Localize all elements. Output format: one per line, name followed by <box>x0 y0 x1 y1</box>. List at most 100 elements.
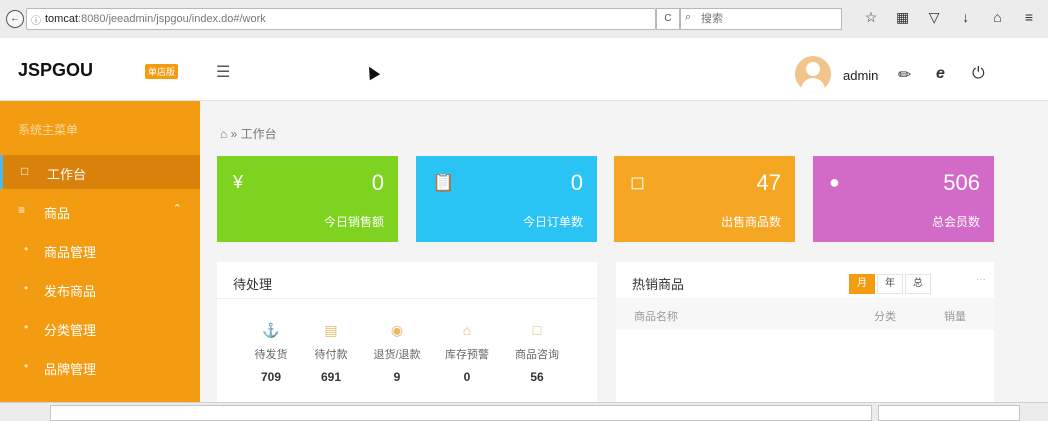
pending-label: 待付款 <box>314 349 348 361</box>
stat-label: 今日订单数 <box>522 215 583 229</box>
divider <box>217 298 597 299</box>
hot-goods-panel: 热销商品 月 年 总 ··· 商品名称 分类 销量 <box>616 262 994 420</box>
user-settings-icon[interactable]: ✏ <box>898 65 911 85</box>
yen-icon: ¥ <box>233 172 244 192</box>
stat-card-total-members[interactable]: ● 506 总会员数 <box>813 156 994 242</box>
stat-value: 506 <box>943 170 980 195</box>
chat-icon: □ <box>532 322 542 338</box>
tab-year[interactable]: 年 <box>877 274 903 294</box>
browser-search-input[interactable] <box>699 11 833 27</box>
browser-toolbar: ← ⓘ tomcat:8080/jeeadmin/jspgou/index.do… <box>0 0 1048 39</box>
pending-item-to-pay[interactable]: ▤ 待付款 691 <box>301 322 361 384</box>
pending-label: 退货/退款 <box>373 349 421 361</box>
sidebar: 系统主菜单 □ 工作台 ≡ 商品 ⌃ • 商品管理 • 发布商品 • 分类管理 … <box>0 101 200 420</box>
pending-item-to-ship[interactable]: ⚓ 待发货 709 <box>241 322 301 384</box>
stat-label: 总会员数 <box>931 215 980 229</box>
pending-value: 691 <box>320 370 342 384</box>
pending-title: 待处理 <box>233 277 273 292</box>
sidebar-toggle-icon[interactable]: ☰ <box>216 62 230 82</box>
period-tabs: 月 年 总 <box>849 274 933 294</box>
bottom-browser-bar <box>0 402 1048 421</box>
sidebar-item-label: 商品 <box>44 206 71 221</box>
sidebar-item-workbench[interactable]: □ 工作台 <box>0 155 200 189</box>
star-icon[interactable]: ☆ <box>860 9 882 29</box>
truck-icon: ⚓ <box>262 322 280 338</box>
browser-ie-icon[interactable]: e <box>936 65 945 83</box>
bullet-icon: • <box>24 320 29 334</box>
breadcrumb-separator: » <box>230 127 238 141</box>
sidebar-item-label: 工作台 <box>47 167 87 182</box>
monitor-icon: □ <box>21 164 29 178</box>
bullet-icon: • <box>24 359 29 373</box>
username[interactable]: admin <box>843 68 878 83</box>
pending-item-inquiries[interactable]: □ 商品咨询 56 <box>507 322 567 384</box>
pending-label: 库存预警 <box>445 349 489 361</box>
browser-search[interactable]: ⌕ <box>680 8 842 30</box>
stat-card-today-orders[interactable]: 📋 0 今日订单数 <box>416 156 597 242</box>
home-icon[interactable]: ⌂ <box>220 127 227 141</box>
user-icon: ● <box>829 172 840 192</box>
stat-value: 47 <box>756 170 781 195</box>
stat-card-goods-on-sale[interactable]: ◻ 47 出售商品数 <box>614 156 795 242</box>
sidebar-subitem-publish-goods[interactable]: • 发布商品 <box>0 272 200 306</box>
stat-label: 今日销售额 <box>323 215 384 229</box>
sidebar-subitem-label: 发布商品 <box>44 284 97 299</box>
app-header: JSPGOU 单店版 ☰ admin ✏ e ⏻ <box>0 38 1048 101</box>
bullet-icon: • <box>24 281 29 295</box>
search-icon: ⌕ <box>685 11 692 23</box>
column-header-category: 分类 <box>874 311 896 323</box>
pending-value: 709 <box>260 370 282 384</box>
sidebar-subitem-category-manage[interactable]: • 分类管理 <box>0 311 200 345</box>
sidebar-subitem-goods-manage[interactable]: • 商品管理 <box>0 233 200 267</box>
pending-value: 56 <box>530 370 544 384</box>
edition-badge: 单店版 <box>145 64 179 79</box>
stat-label: 出售商品数 <box>720 215 781 229</box>
breadcrumb: ⌂ » 工作台 <box>220 125 277 142</box>
more-icon[interactable]: ··· <box>976 274 986 285</box>
pocket-icon[interactable]: ▽ <box>923 9 945 29</box>
clipboard-icon: 📋 <box>432 172 455 192</box>
wallet-icon: ▤ <box>324 322 338 338</box>
info-icon[interactable]: ⓘ <box>31 12 41 27</box>
pending-panel: 待处理 ⚓ 待发货 709 ▤ 待付款 691 ◉ 退货/退款 9 ⌂ 库存预警… <box>217 262 597 420</box>
app-logo[interactable]: JSPGOU <box>18 60 93 81</box>
breadcrumb-current: 工作台 <box>240 127 277 141</box>
pending-item-stock-alert[interactable]: ⌂ 库存预警 0 <box>437 322 497 384</box>
column-header-name: 商品名称 <box>634 311 678 323</box>
sidebar-subitem-label: 分类管理 <box>44 323 97 338</box>
tab-total[interactable]: 总 <box>905 274 931 294</box>
power-icon[interactable]: ⏻ <box>972 65 985 83</box>
sidebar-subitem-label: 品牌管理 <box>44 362 97 377</box>
warehouse-icon: ⌂ <box>462 322 472 338</box>
avatar-head <box>806 62 820 76</box>
menu-icon[interactable]: ≡ <box>1018 9 1040 29</box>
main-content: ⌂ » 工作台 ¥ 0 今日销售额 📋 0 今日订单数 ◻ 47 出售商品数 ●… <box>200 101 1048 420</box>
mouse-cursor-icon <box>363 63 381 81</box>
home-icon[interactable]: ⌂ <box>986 9 1008 29</box>
avatar[interactable] <box>795 56 831 92</box>
pending-value: 0 <box>463 370 471 384</box>
bookmark-list-icon[interactable]: ▦ <box>892 9 914 29</box>
bottom-url-field[interactable] <box>50 405 872 421</box>
sidebar-subitem-label: 商品管理 <box>44 245 97 260</box>
list-icon: ≡ <box>18 203 26 217</box>
back-button[interactable]: ← <box>6 10 24 28</box>
tab-month[interactable]: 月 <box>849 274 875 294</box>
hot-goods-table-header: 商品名称 分类 销量 <box>616 298 994 330</box>
pending-label: 商品咨询 <box>515 349 559 361</box>
stat-card-today-sales[interactable]: ¥ 0 今日销售额 <box>217 156 398 242</box>
shopping-bag-icon: ◻ <box>630 172 645 192</box>
bottom-search-field[interactable] <box>878 405 1020 421</box>
column-header-sales: 销量 <box>944 311 966 323</box>
pending-label: 待发货 <box>254 349 288 361</box>
sidebar-subitem-brand-manage[interactable]: • 品牌管理 <box>0 350 200 384</box>
url-bar[interactable]: ⓘ tomcat:8080/jeeadmin/jspgou/index.do#/… <box>26 8 656 30</box>
pending-item-returns[interactable]: ◉ 退货/退款 9 <box>367 322 427 384</box>
sidebar-item-goods[interactable]: ≡ 商品 ⌃ <box>0 194 200 228</box>
avatar-body <box>801 78 825 92</box>
reload-button[interactable]: C <box>656 8 680 30</box>
url-text: tomcat:8080/jeeadmin/jspgou/index.do#/wo… <box>45 13 266 25</box>
stat-value: 0 <box>570 170 583 195</box>
stat-value: 0 <box>371 170 384 195</box>
download-icon[interactable]: ↓ <box>955 9 977 29</box>
